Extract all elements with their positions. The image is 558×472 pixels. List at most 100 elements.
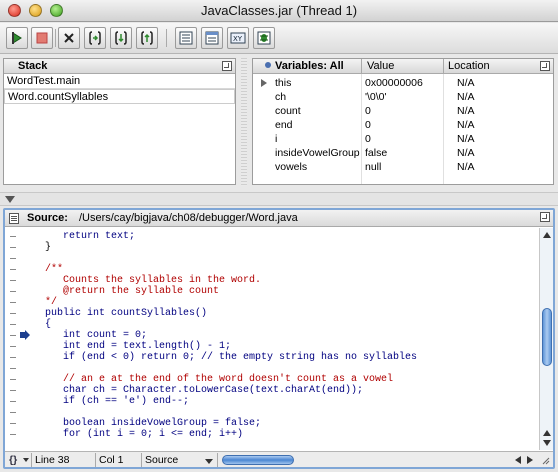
gutter-marker[interactable] bbox=[10, 401, 16, 402]
code-line[interactable]: if (ch == 'e') end--; bbox=[5, 396, 539, 407]
variable-name: vowels bbox=[275, 161, 308, 173]
status-divider bbox=[95, 453, 96, 467]
gutter-marker[interactable] bbox=[10, 346, 16, 347]
variables-name-header[interactable]: Variables: All bbox=[275, 60, 344, 72]
gutter-marker[interactable] bbox=[10, 269, 16, 270]
list-view-button[interactable] bbox=[175, 27, 197, 49]
scroll-down-arrow-icon[interactable] bbox=[542, 438, 552, 448]
variable-row-this[interactable]: this 0x00000006 N/A bbox=[253, 76, 553, 90]
step-over-icon bbox=[89, 31, 101, 45]
code-line[interactable]: /** bbox=[5, 264, 539, 275]
scroll-up-arrow-icon[interactable] bbox=[542, 230, 552, 240]
gutter-marker[interactable] bbox=[10, 236, 16, 237]
status-divider bbox=[141, 453, 142, 467]
braces-dropdown-icon[interactable] bbox=[23, 458, 29, 462]
view-mode-select[interactable]: Source bbox=[145, 454, 178, 466]
run-icon bbox=[12, 32, 22, 44]
variables-location-header[interactable]: Location bbox=[448, 60, 490, 72]
variable-row-i[interactable]: i 0 N/A bbox=[253, 132, 553, 146]
code-line[interactable]: int count = 0; bbox=[5, 330, 539, 341]
source-panel-resize-button[interactable] bbox=[540, 212, 550, 222]
xy-view-button[interactable]: XY bbox=[227, 27, 249, 49]
variable-row-end[interactable]: end 0 N/A bbox=[253, 118, 553, 132]
view-mode-dropdown-icon[interactable] bbox=[205, 459, 213, 464]
code-line[interactable] bbox=[5, 363, 539, 374]
gutter-marker[interactable] bbox=[10, 280, 16, 281]
bug-button[interactable] bbox=[253, 27, 275, 49]
gutter-marker[interactable] bbox=[10, 357, 16, 358]
horizontal-splitter[interactable] bbox=[0, 192, 558, 206]
kill-icon bbox=[64, 33, 74, 43]
code-line[interactable] bbox=[5, 253, 539, 264]
variable-name: this bbox=[275, 77, 292, 89]
code-line[interactable]: // an e at the end of the word doesn't c… bbox=[5, 374, 539, 385]
gutter-marker[interactable] bbox=[10, 412, 16, 413]
variable-name: ch bbox=[275, 91, 287, 103]
step-out-button[interactable] bbox=[136, 27, 158, 49]
expand-triangle-icon[interactable] bbox=[261, 79, 267, 87]
step-into-button[interactable] bbox=[110, 27, 132, 49]
braces-icon[interactable]: {} bbox=[9, 454, 17, 466]
gutter-marker[interactable] bbox=[10, 313, 16, 314]
variables-value-header[interactable]: Value bbox=[367, 60, 394, 72]
variables-panel-resize-button[interactable] bbox=[540, 61, 550, 71]
code-line[interactable]: } bbox=[5, 242, 539, 253]
detail-view-button[interactable] bbox=[201, 27, 223, 49]
horizontal-scroll-thumb[interactable] bbox=[222, 455, 294, 465]
source-file-path: /Users/cay/bigjava/ch08/debugger/Word.ja… bbox=[79, 212, 298, 224]
vertical-scroll-thumb[interactable] bbox=[542, 308, 552, 366]
code-text: int end = text.length() - 1; bbox=[45, 341, 232, 352]
gutter-marker[interactable] bbox=[10, 379, 16, 380]
variable-location: N/A bbox=[457, 77, 475, 89]
current-line-arrow-icon bbox=[20, 330, 30, 340]
gutter-marker[interactable] bbox=[10, 368, 16, 369]
stack-panel: Stack WordTest.main Word.countSyllables bbox=[3, 58, 236, 185]
code-line[interactable]: return text; bbox=[5, 231, 539, 242]
stack-frame-row[interactable]: WordTest.main bbox=[4, 74, 235, 89]
code-line[interactable]: public int countSyllables() bbox=[5, 308, 539, 319]
scroll-up-arrow-icon[interactable] bbox=[542, 428, 552, 438]
code-line[interactable]: @return the syllable count bbox=[5, 286, 539, 297]
step-over-button[interactable] bbox=[84, 27, 106, 49]
stop-button[interactable] bbox=[31, 27, 53, 49]
scroll-right-arrow-icon[interactable] bbox=[525, 455, 535, 465]
code-line[interactable]: int end = text.length() - 1; bbox=[5, 341, 539, 352]
code-line[interactable]: char ch = Character.toLowerCase(text.cha… bbox=[5, 385, 539, 396]
scroll-left-arrow-icon[interactable] bbox=[513, 455, 523, 465]
stop-icon bbox=[36, 32, 48, 44]
collapse-triangle-icon[interactable] bbox=[5, 196, 15, 203]
variables-panel-header: Variables: All Value Location bbox=[253, 59, 553, 74]
code-line[interactable]: */ bbox=[5, 297, 539, 308]
variables-filter-icon[interactable] bbox=[265, 62, 271, 68]
variable-row-ch[interactable]: ch '\0\0' N/A bbox=[253, 90, 553, 104]
resize-grip-icon[interactable] bbox=[540, 455, 550, 465]
vertical-scrollbar[interactable] bbox=[539, 228, 553, 450]
variable-row-vowels[interactable]: vowels null N/A bbox=[253, 160, 553, 174]
run-button[interactable] bbox=[6, 27, 28, 49]
stack-frame-row-selected[interactable]: Word.countSyllables bbox=[4, 89, 235, 104]
gutter-marker[interactable] bbox=[10, 423, 16, 424]
gutter-marker[interactable] bbox=[10, 335, 16, 336]
variable-row-insidevowelgroup[interactable]: insideVowelGroup false N/A bbox=[253, 146, 553, 160]
code-line[interactable] bbox=[5, 407, 539, 418]
kill-button[interactable] bbox=[58, 27, 80, 49]
panel-splitter[interactable] bbox=[241, 58, 247, 186]
gutter-marker[interactable] bbox=[10, 291, 16, 292]
code-line[interactable]: if (end < 0) return 0; // the empty stri… bbox=[5, 352, 539, 363]
code-text: for (int i = 0; i <= end; i++) bbox=[45, 429, 244, 440]
variable-name: i bbox=[275, 133, 278, 145]
code-line[interactable]: for (int i = 0; i <= end; i++) bbox=[5, 429, 539, 440]
code-editor[interactable]: return text;} /** Counts the syllables in… bbox=[5, 228, 539, 450]
gutter-marker[interactable] bbox=[10, 302, 16, 303]
gutter-marker[interactable] bbox=[10, 434, 16, 435]
code-line[interactable]: Counts the syllables in the word. bbox=[5, 275, 539, 286]
stack-panel-resize-button[interactable] bbox=[222, 61, 232, 71]
code-line[interactable]: boolean insideVowelGroup = false; bbox=[5, 418, 539, 429]
code-line[interactable]: { bbox=[5, 319, 539, 330]
variable-location: N/A bbox=[457, 133, 475, 145]
gutter-marker[interactable] bbox=[10, 258, 16, 259]
gutter-marker[interactable] bbox=[10, 390, 16, 391]
gutter-marker[interactable] bbox=[10, 324, 16, 325]
gutter-marker[interactable] bbox=[10, 247, 16, 248]
variable-row-count[interactable]: count 0 N/A bbox=[253, 104, 553, 118]
